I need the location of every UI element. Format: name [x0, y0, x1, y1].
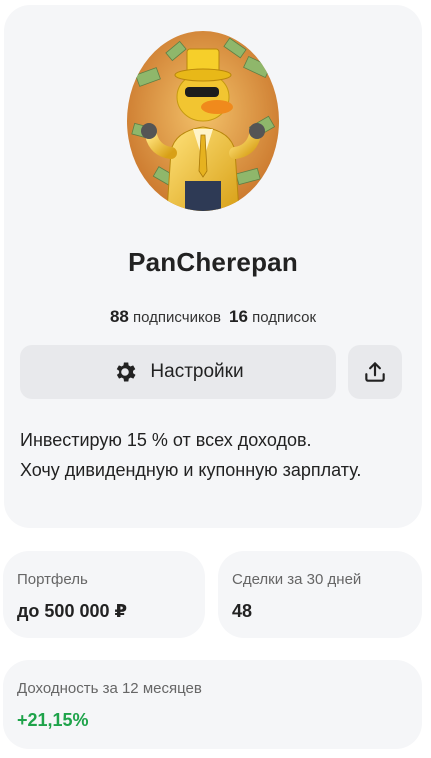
share-button[interactable]: [348, 345, 402, 399]
deals-card[interactable]: Сделки за 30 дней 48: [218, 551, 422, 638]
settings-label: Настройки: [150, 361, 244, 382]
bio-line: Инвестирую 15 % от всех доходов.: [20, 430, 312, 450]
followers-link[interactable]: 88 подписчиков: [109, 307, 221, 326]
followers-label: подписчиков: [133, 309, 221, 326]
follow-stats: 88 подписчиков 16 подписок: [4, 307, 422, 327]
portfolio-card[interactable]: Портфель до 500 000 ₽: [3, 551, 205, 638]
yield-label: Доходность за 12 месяцев: [17, 680, 202, 697]
yield-card[interactable]: Доходность за 12 месяцев +21,15%: [3, 660, 422, 749]
portfolio-label: Портфель: [17, 571, 88, 588]
gear-icon: [117, 362, 136, 382]
duck-avatar-icon: [127, 31, 279, 211]
bio: Инвестирую 15 % от всех доходов. Хочу ди…: [20, 425, 400, 485]
following-label: подписок: [252, 309, 317, 326]
portfolio-value: до 500 000 ₽: [17, 601, 128, 621]
deals-value: 48: [232, 601, 253, 621]
yield-value: +21,15%: [17, 710, 89, 730]
followers-count: 88: [109, 307, 129, 326]
bio-line: Хочу дивидендную и купонную зарплату.: [20, 460, 362, 480]
following-count: 16: [229, 307, 248, 326]
username: PanCherepan: [128, 247, 298, 277]
share-upload-icon: [365, 362, 385, 382]
avatar[interactable]: [127, 31, 279, 211]
deals-label: Сделки за 30 дней: [232, 571, 362, 588]
following-link[interactable]: 16 подписок: [229, 307, 317, 326]
settings-button[interactable]: Настройки: [20, 345, 336, 399]
